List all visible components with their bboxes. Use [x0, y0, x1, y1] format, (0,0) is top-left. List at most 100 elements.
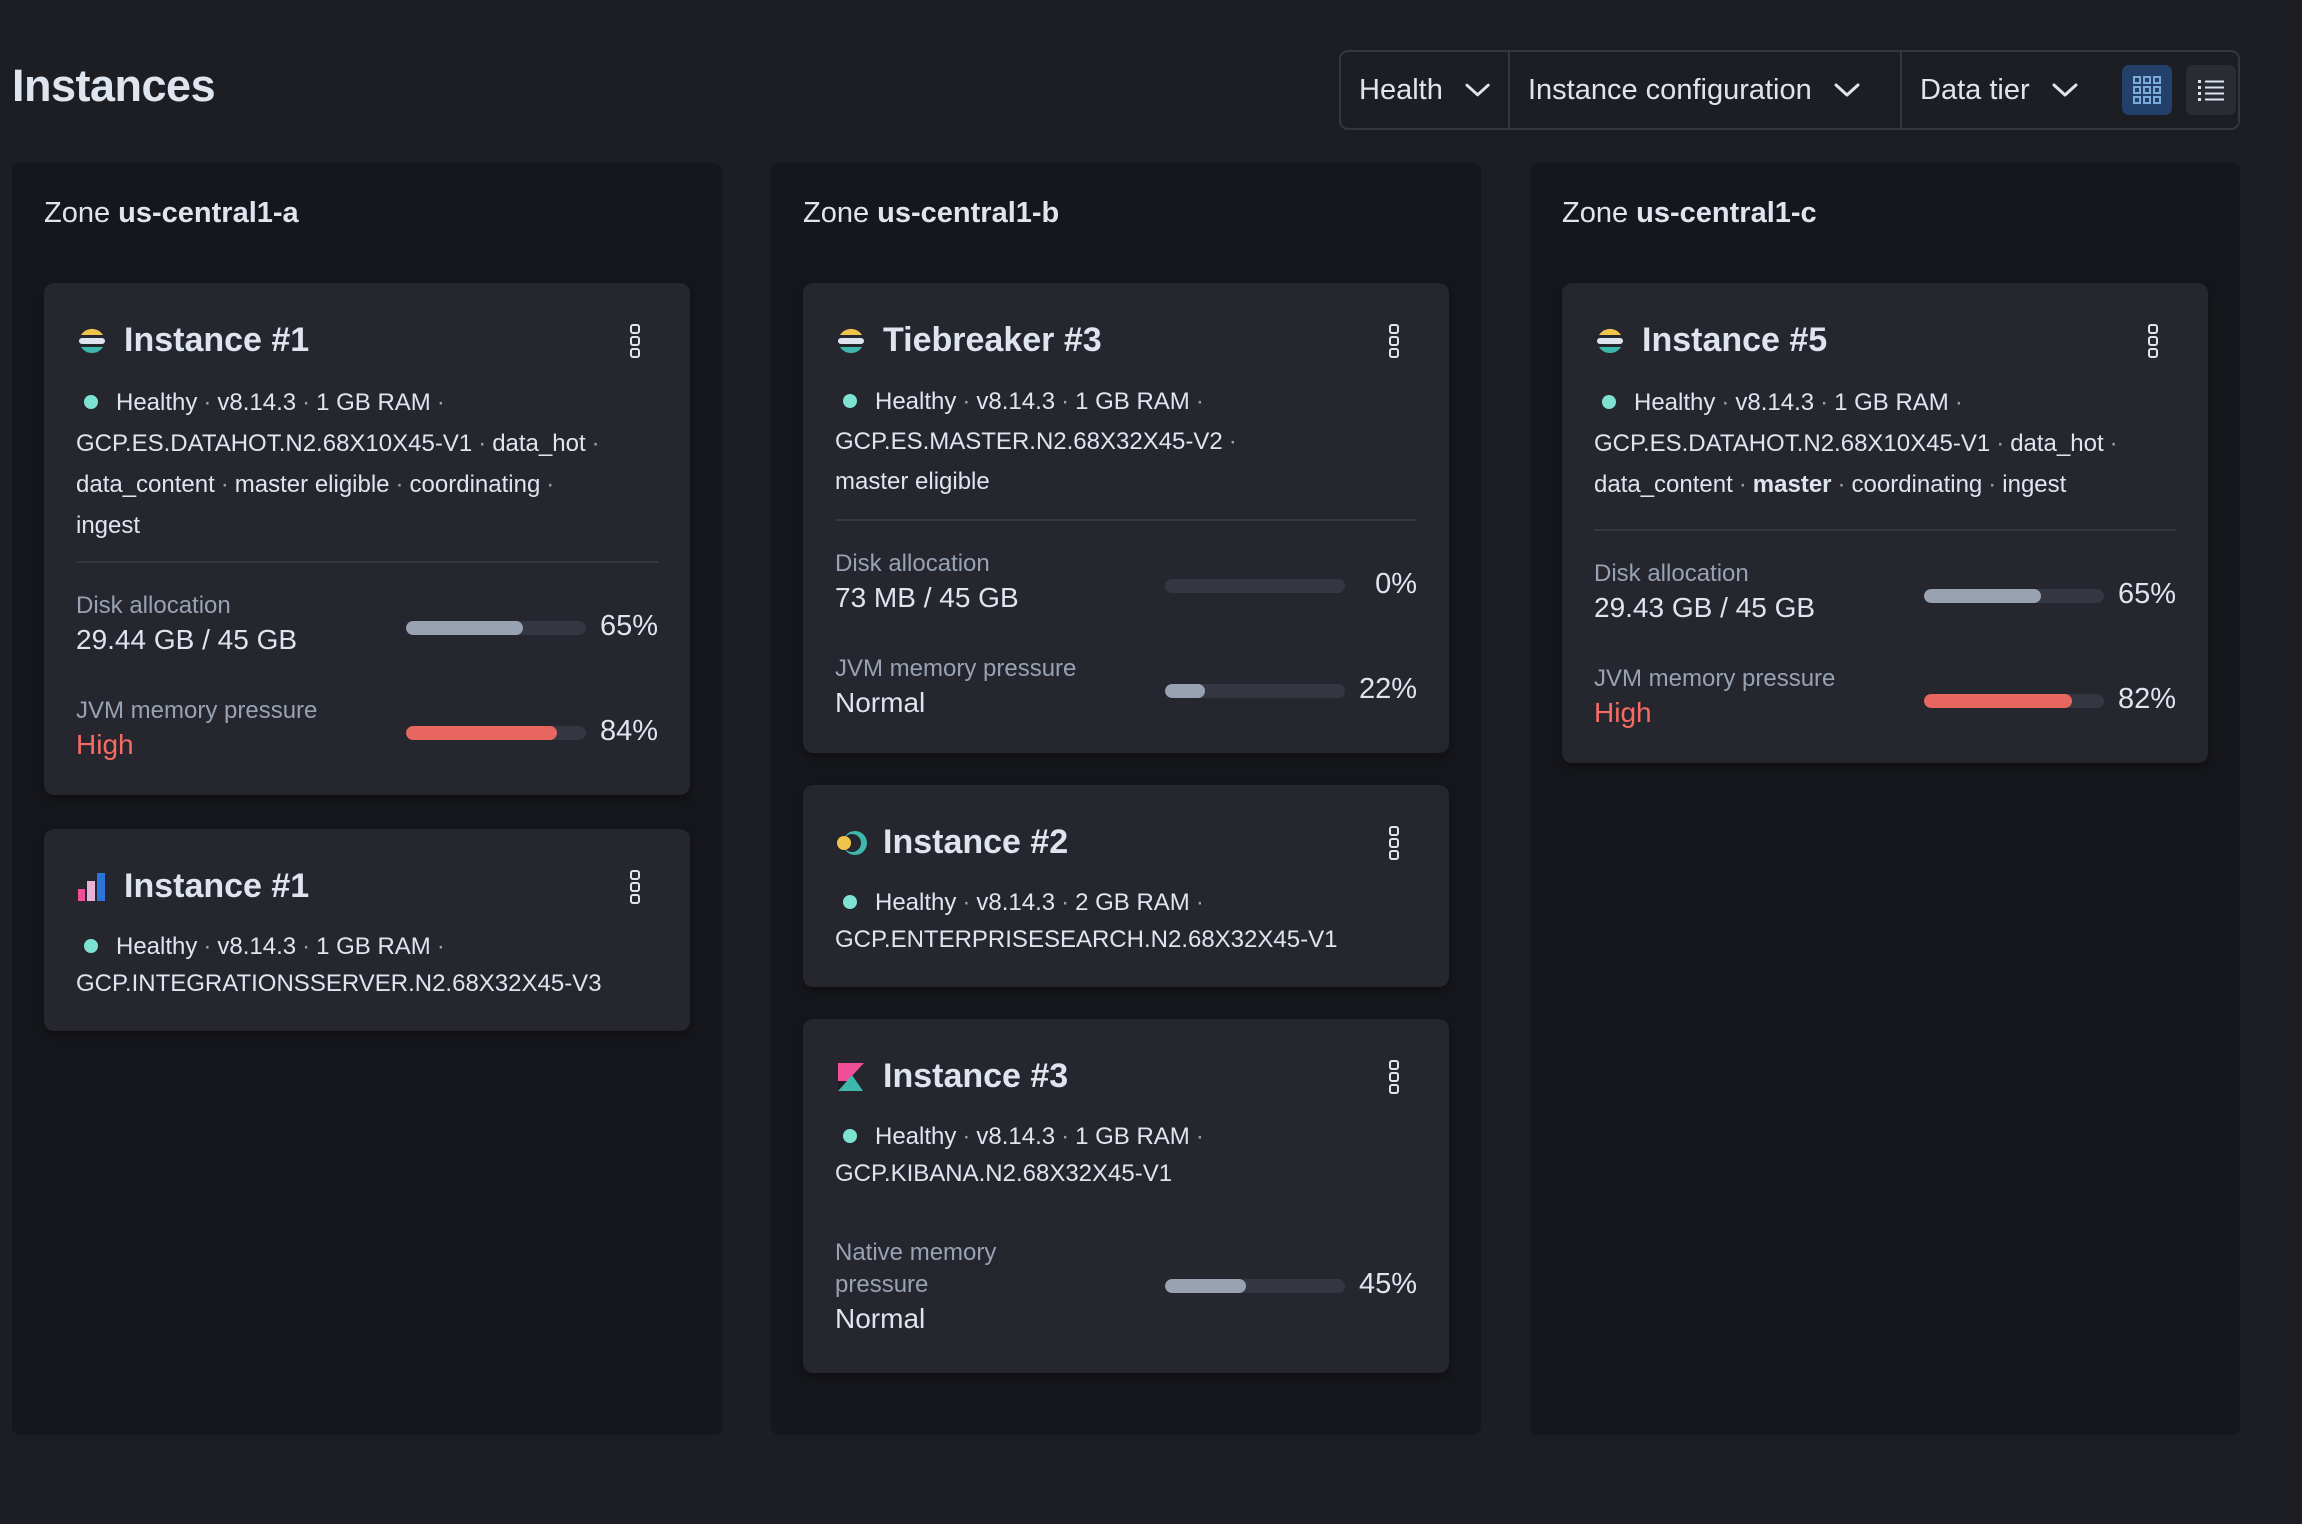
- health-status: Healthy: [875, 1123, 957, 1150]
- instance-title: Tiebreaker #3: [883, 321, 1102, 359]
- health-status: Healthy: [1634, 389, 1716, 416]
- instance-card[interactable]: Instance #2 Healthy · v8.14.3 · 2 GB RAM · GC…: [803, 785, 1449, 987]
- instance-configuration: GCP.ES.MASTER.N2.68X32X45-V2: [835, 428, 1223, 455]
- more-actions-icon[interactable]: [628, 323, 642, 359]
- role: data_content: [76, 471, 215, 498]
- metric-label: JVM memory pressure: [1594, 665, 1836, 692]
- metric-percent: 65%: [2117, 578, 2176, 610]
- elasticsearch-icon: [1594, 325, 1626, 357]
- zone-title: Zone us-central1-b: [803, 197, 1059, 230]
- list-view-icon: [2198, 80, 2224, 101]
- health-status-dot: [1602, 395, 1616, 409]
- zone-title: Zone us-central1-a: [44, 197, 299, 230]
- instance-title: Instance #2: [883, 823, 1069, 861]
- instance-title: Instance #3: [883, 1057, 1069, 1095]
- ram: 1 GB RAM: [1075, 1123, 1190, 1150]
- metric-percent: 0%: [1375, 568, 1417, 600]
- disk-allocation-metric: Disk allocation 29.43 GB / 45 GB 65%: [1594, 558, 2176, 638]
- ram: 1 GB RAM: [1075, 388, 1190, 415]
- health-status-dot: [84, 395, 98, 409]
- progress-bar-fill: [406, 621, 523, 635]
- metric-label: Disk allocation: [1594, 560, 1749, 587]
- instance-card[interactable]: Instance #1 Healthy · v8.14.3 · 1 GB RAM · GC…: [44, 283, 690, 795]
- metric-percent: 45%: [1358, 1268, 1417, 1300]
- instance-title: Instance #5: [1642, 321, 1828, 359]
- zone-us-central1-c: Zone us-central1-c Instance #5 Healthy · v…: [1530, 163, 2240, 1435]
- progress-bar: [406, 621, 586, 635]
- metric-label: Native memory: [835, 1239, 997, 1266]
- instance-details: Healthy · v8.14.3 · 1 GB RAM · GCP.ES.DATAHOT…: [76, 389, 600, 539]
- role: data_hot: [2010, 430, 2104, 457]
- metric-label: Disk allocation: [76, 592, 231, 619]
- progress-bar: [1924, 694, 2104, 708]
- ram: 2 GB RAM: [1075, 889, 1190, 916]
- metric-percent: 65%: [599, 610, 658, 642]
- filter-bar: Health Instance configuration Data tier: [1339, 50, 2240, 130]
- divider: [1594, 529, 2176, 531]
- card-header: Instance #3: [835, 1057, 1068, 1096]
- grid-view-button[interactable]: [2122, 65, 2172, 115]
- progress-bar-fill: [406, 726, 558, 740]
- chevron-down-icon: [2052, 82, 2078, 98]
- instance-title: Instance #1: [124, 867, 310, 905]
- instance-card[interactable]: Tiebreaker #3 Healthy · v8.14.3 · 1 GB RAM · …: [803, 283, 1449, 753]
- instance-title: Instance #1: [124, 321, 310, 359]
- disk-allocation-metric: Disk allocation 29.44 GB / 45 GB 65%: [76, 590, 658, 670]
- ram: 1 GB RAM: [1834, 389, 1949, 416]
- version: v8.14.3: [1735, 389, 1815, 416]
- more-actions-icon[interactable]: [1387, 825, 1401, 861]
- list-view-button[interactable]: [2186, 65, 2236, 115]
- metric-percent: 84%: [599, 715, 658, 747]
- instance-configuration: GCP.INTEGRATIONSSERVER.N2.68X32X45-V3: [76, 970, 602, 997]
- divider: [835, 519, 1417, 521]
- progress-bar-fill: [1924, 589, 2041, 603]
- instance-details: Healthy · v8.14.3 · 1 GB RAM · GCP.KIBANA.N2.…: [835, 1123, 1204, 1187]
- jvm-memory-pressure-metric: JVM memory pressure High 84%: [76, 695, 658, 775]
- enterprise-search-icon: [835, 827, 867, 859]
- data-tier-filter-button[interactable]: Data tier: [1902, 52, 2112, 128]
- zone-prefix: Zone: [1562, 197, 1629, 229]
- instance-card[interactable]: Instance #1 Healthy · v8.14.3 · 1 GB RAM · GC…: [44, 829, 690, 1031]
- more-actions-icon[interactable]: [2146, 323, 2160, 359]
- instance-details: Healthy · v8.14.3 · 2 GB RAM · GCP.ENTERPRISE…: [835, 889, 1338, 953]
- health-status: Healthy: [116, 933, 198, 960]
- zone-us-central1-b: Zone us-central1-b Tiebreaker #3 Healthy…: [771, 163, 1481, 1435]
- instance-card[interactable]: Instance #3 Healthy · v8.14.3 · 1 GB RAM · GC…: [803, 1019, 1449, 1373]
- instance-card[interactable]: Instance #5 Healthy · v8.14.3 · 1 GB RAM · GC…: [1562, 283, 2208, 763]
- metric-value: Normal: [835, 1303, 926, 1334]
- card-header: Instance #2: [835, 823, 1068, 862]
- more-actions-icon[interactable]: [628, 869, 642, 905]
- instance-details: Healthy · v8.14.3 · 1 GB RAM · GCP.INTEGRATIO…: [76, 933, 602, 997]
- role-master: master: [1752, 471, 1832, 498]
- instance-configuration: GCP.ES.DATAHOT.N2.68X10X45-V1: [76, 430, 473, 457]
- progress-bar: [406, 726, 586, 740]
- more-actions-icon[interactable]: [1387, 1059, 1401, 1095]
- health-filter-button[interactable]: Health: [1341, 52, 1510, 128]
- progress-bar-fill: [1165, 684, 1205, 698]
- progress-bar-fill: [1924, 694, 2072, 708]
- native-memory-pressure-metric: Native memory pressure Normal 45%: [835, 1237, 1417, 1347]
- role: coordinating: [409, 471, 541, 498]
- instance-configuration: GCP.ES.DATAHOT.N2.68X10X45-V1: [1594, 430, 1991, 457]
- health-status: Healthy: [875, 889, 957, 916]
- health-status-dot: [843, 1129, 857, 1143]
- version: v8.14.3: [217, 933, 297, 960]
- instance-configuration-filter-button[interactable]: Instance configuration: [1510, 52, 1902, 128]
- role: master eligible: [835, 468, 990, 495]
- card-header: Instance #1: [76, 867, 309, 906]
- jvm-memory-pressure-metric: JVM memory pressure Normal 22%: [835, 653, 1417, 733]
- more-actions-icon[interactable]: [1387, 323, 1401, 359]
- card-header: Instance #5: [1594, 321, 1827, 360]
- zone-name: us-central1-c: [1636, 197, 1817, 229]
- role: master eligible: [234, 471, 390, 498]
- health-status: Healthy: [116, 389, 198, 416]
- progress-bar: [1165, 1279, 1345, 1293]
- progress-bar-fill: [1165, 1279, 1246, 1293]
- zone-name: us-central1-b: [877, 197, 1060, 229]
- chevron-down-icon: [1834, 82, 1860, 98]
- page-title: Instances: [12, 60, 216, 111]
- role: data_hot: [492, 430, 586, 457]
- jvm-memory-pressure-metric: JVM memory pressure High 82%: [1594, 663, 2176, 743]
- instance-details: Healthy · v8.14.3 · 1 GB RAM · GCP.ES.MASTER.…: [835, 388, 1237, 495]
- instance-configuration-filter-label: Instance configuration: [1528, 73, 1812, 106]
